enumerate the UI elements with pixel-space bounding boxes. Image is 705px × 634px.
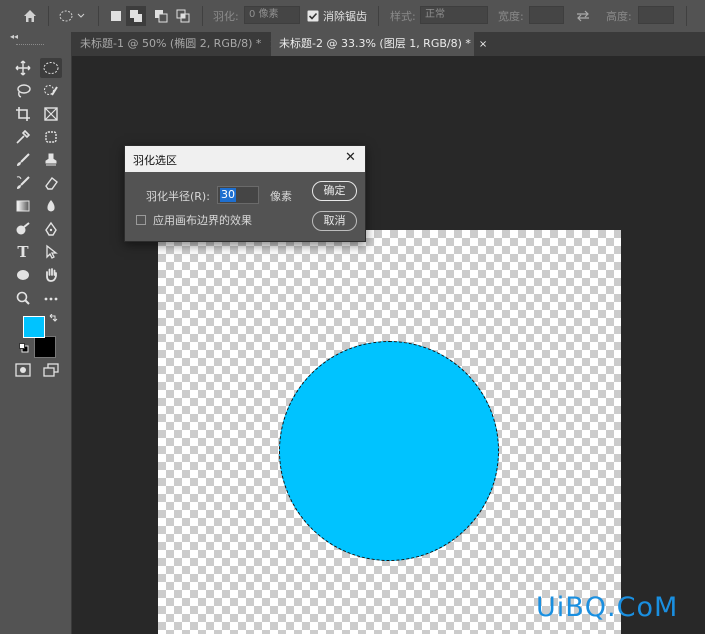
feather-radius-value: 30 (220, 188, 236, 202)
tab-label: 未标题-1 @ 50% (椭圆 2, RGB/8) * (80, 37, 262, 50)
add-to-selection-icon[interactable] (126, 0, 146, 32)
history-brush-tool-icon[interactable] (12, 173, 34, 193)
lasso-tool-icon[interactable] (12, 81, 34, 101)
style-value: 正常 (425, 9, 445, 20)
tools-panel: ◂◂ T (0, 32, 72, 634)
tab-label: 未标题-2 @ 33.3% (图层 1, RGB/8) * (279, 37, 471, 50)
swap-width-height-icon[interactable] (576, 0, 590, 32)
move-tool-icon[interactable] (12, 58, 34, 78)
selected-circle-shape[interactable] (279, 341, 499, 561)
zoom-tool-icon[interactable] (12, 288, 34, 308)
panel-grip[interactable] (16, 44, 44, 47)
radius-unit: 像素 (270, 190, 292, 203)
frame-tool-icon[interactable] (40, 104, 62, 124)
antialias-checkbox[interactable] (307, 0, 319, 32)
intersect-selection-icon[interactable] (176, 0, 190, 32)
background-color-swatch[interactable] (34, 336, 56, 358)
foreground-color-swatch[interactable] (23, 316, 45, 338)
cancel-button[interactable]: 取消 (312, 211, 357, 231)
brush-tool-icon[interactable] (12, 150, 34, 170)
style-select[interactable]: 正常 (420, 6, 488, 24)
blur-tool-icon[interactable] (40, 196, 62, 216)
ok-button[interactable]: 确定 (312, 181, 357, 201)
pen-tool-icon[interactable] (40, 219, 62, 239)
new-selection-icon[interactable] (110, 0, 122, 32)
width-label: 宽度: (498, 10, 524, 23)
watermark: UiBQ.CoM (536, 592, 679, 623)
dialog-title: 羽化选区 (133, 154, 177, 167)
feather-selection-dialog: 羽化选区 ✕ 羽化半径(R): 30 像素 确定 应用画布边界的效果 取消 (124, 145, 366, 242)
dodge-tool-icon[interactable] (12, 219, 34, 239)
style-label: 样式: (390, 10, 416, 23)
collapse-panel-icon[interactable]: ◂◂ (10, 32, 18, 41)
tab-document-1[interactable]: 未标题-1 @ 50% (椭圆 2, RGB/8) *× (72, 32, 278, 56)
quick-mask-icon[interactable] (12, 360, 34, 380)
height-input[interactable] (638, 6, 674, 24)
document-tabs: 未标题-1 @ 50% (椭圆 2, RGB/8) *× 未标题-2 @ 33.… (72, 32, 705, 56)
feather-radius-input[interactable]: 30 (217, 186, 259, 204)
type-tool-icon[interactable]: T (12, 242, 34, 262)
options-bar: 羽化: 0 像素 消除锯齿 样式: 正常 宽度: 高度: (0, 0, 705, 33)
clone-stamp-tool-icon[interactable] (40, 150, 62, 170)
swap-colors-icon[interactable] (48, 313, 58, 327)
feather-radius-label: 羽化半径(R): (146, 190, 210, 203)
gradient-tool-icon[interactable] (12, 196, 34, 216)
path-selection-tool-icon[interactable] (40, 242, 62, 262)
elliptical-marquee-preset-icon[interactable] (58, 0, 86, 32)
eyedropper-tool-icon[interactable] (12, 127, 34, 147)
ellipse-tool-icon[interactable] (12, 265, 34, 285)
tab-document-2[interactable]: 未标题-2 @ 33.3% (图层 1, RGB/8) * × (271, 32, 487, 56)
quick-selection-tool-icon[interactable] (40, 81, 62, 101)
more-tools-icon[interactable] (40, 288, 62, 308)
dialog-title-bar[interactable]: 羽化选区 ✕ (125, 146, 365, 172)
default-colors-icon[interactable] (19, 343, 29, 356)
close-icon[interactable]: × (479, 39, 487, 50)
spot-healing-tool-icon[interactable] (40, 127, 62, 147)
feather-input[interactable]: 0 像素 (244, 6, 300, 24)
antialias-label: 消除锯齿 (323, 10, 367, 23)
height-label: 高度: (606, 10, 632, 23)
close-icon[interactable]: ✕ (345, 150, 356, 165)
subtract-from-selection-icon[interactable] (154, 0, 168, 32)
crop-tool-icon[interactable] (12, 104, 34, 124)
elliptical-marquee-tool-icon[interactable] (40, 58, 62, 78)
screen-mode-icon[interactable] (40, 360, 62, 380)
eraser-tool-icon[interactable] (40, 173, 62, 193)
hand-tool-icon[interactable] (40, 265, 62, 285)
canvas-bounds-checkbox[interactable] (136, 215, 146, 225)
home-icon[interactable] (22, 0, 38, 32)
canvas-bounds-label: 应用画布边界的效果 (153, 214, 252, 227)
width-input[interactable] (529, 6, 564, 24)
feather-label: 羽化: (213, 10, 239, 23)
